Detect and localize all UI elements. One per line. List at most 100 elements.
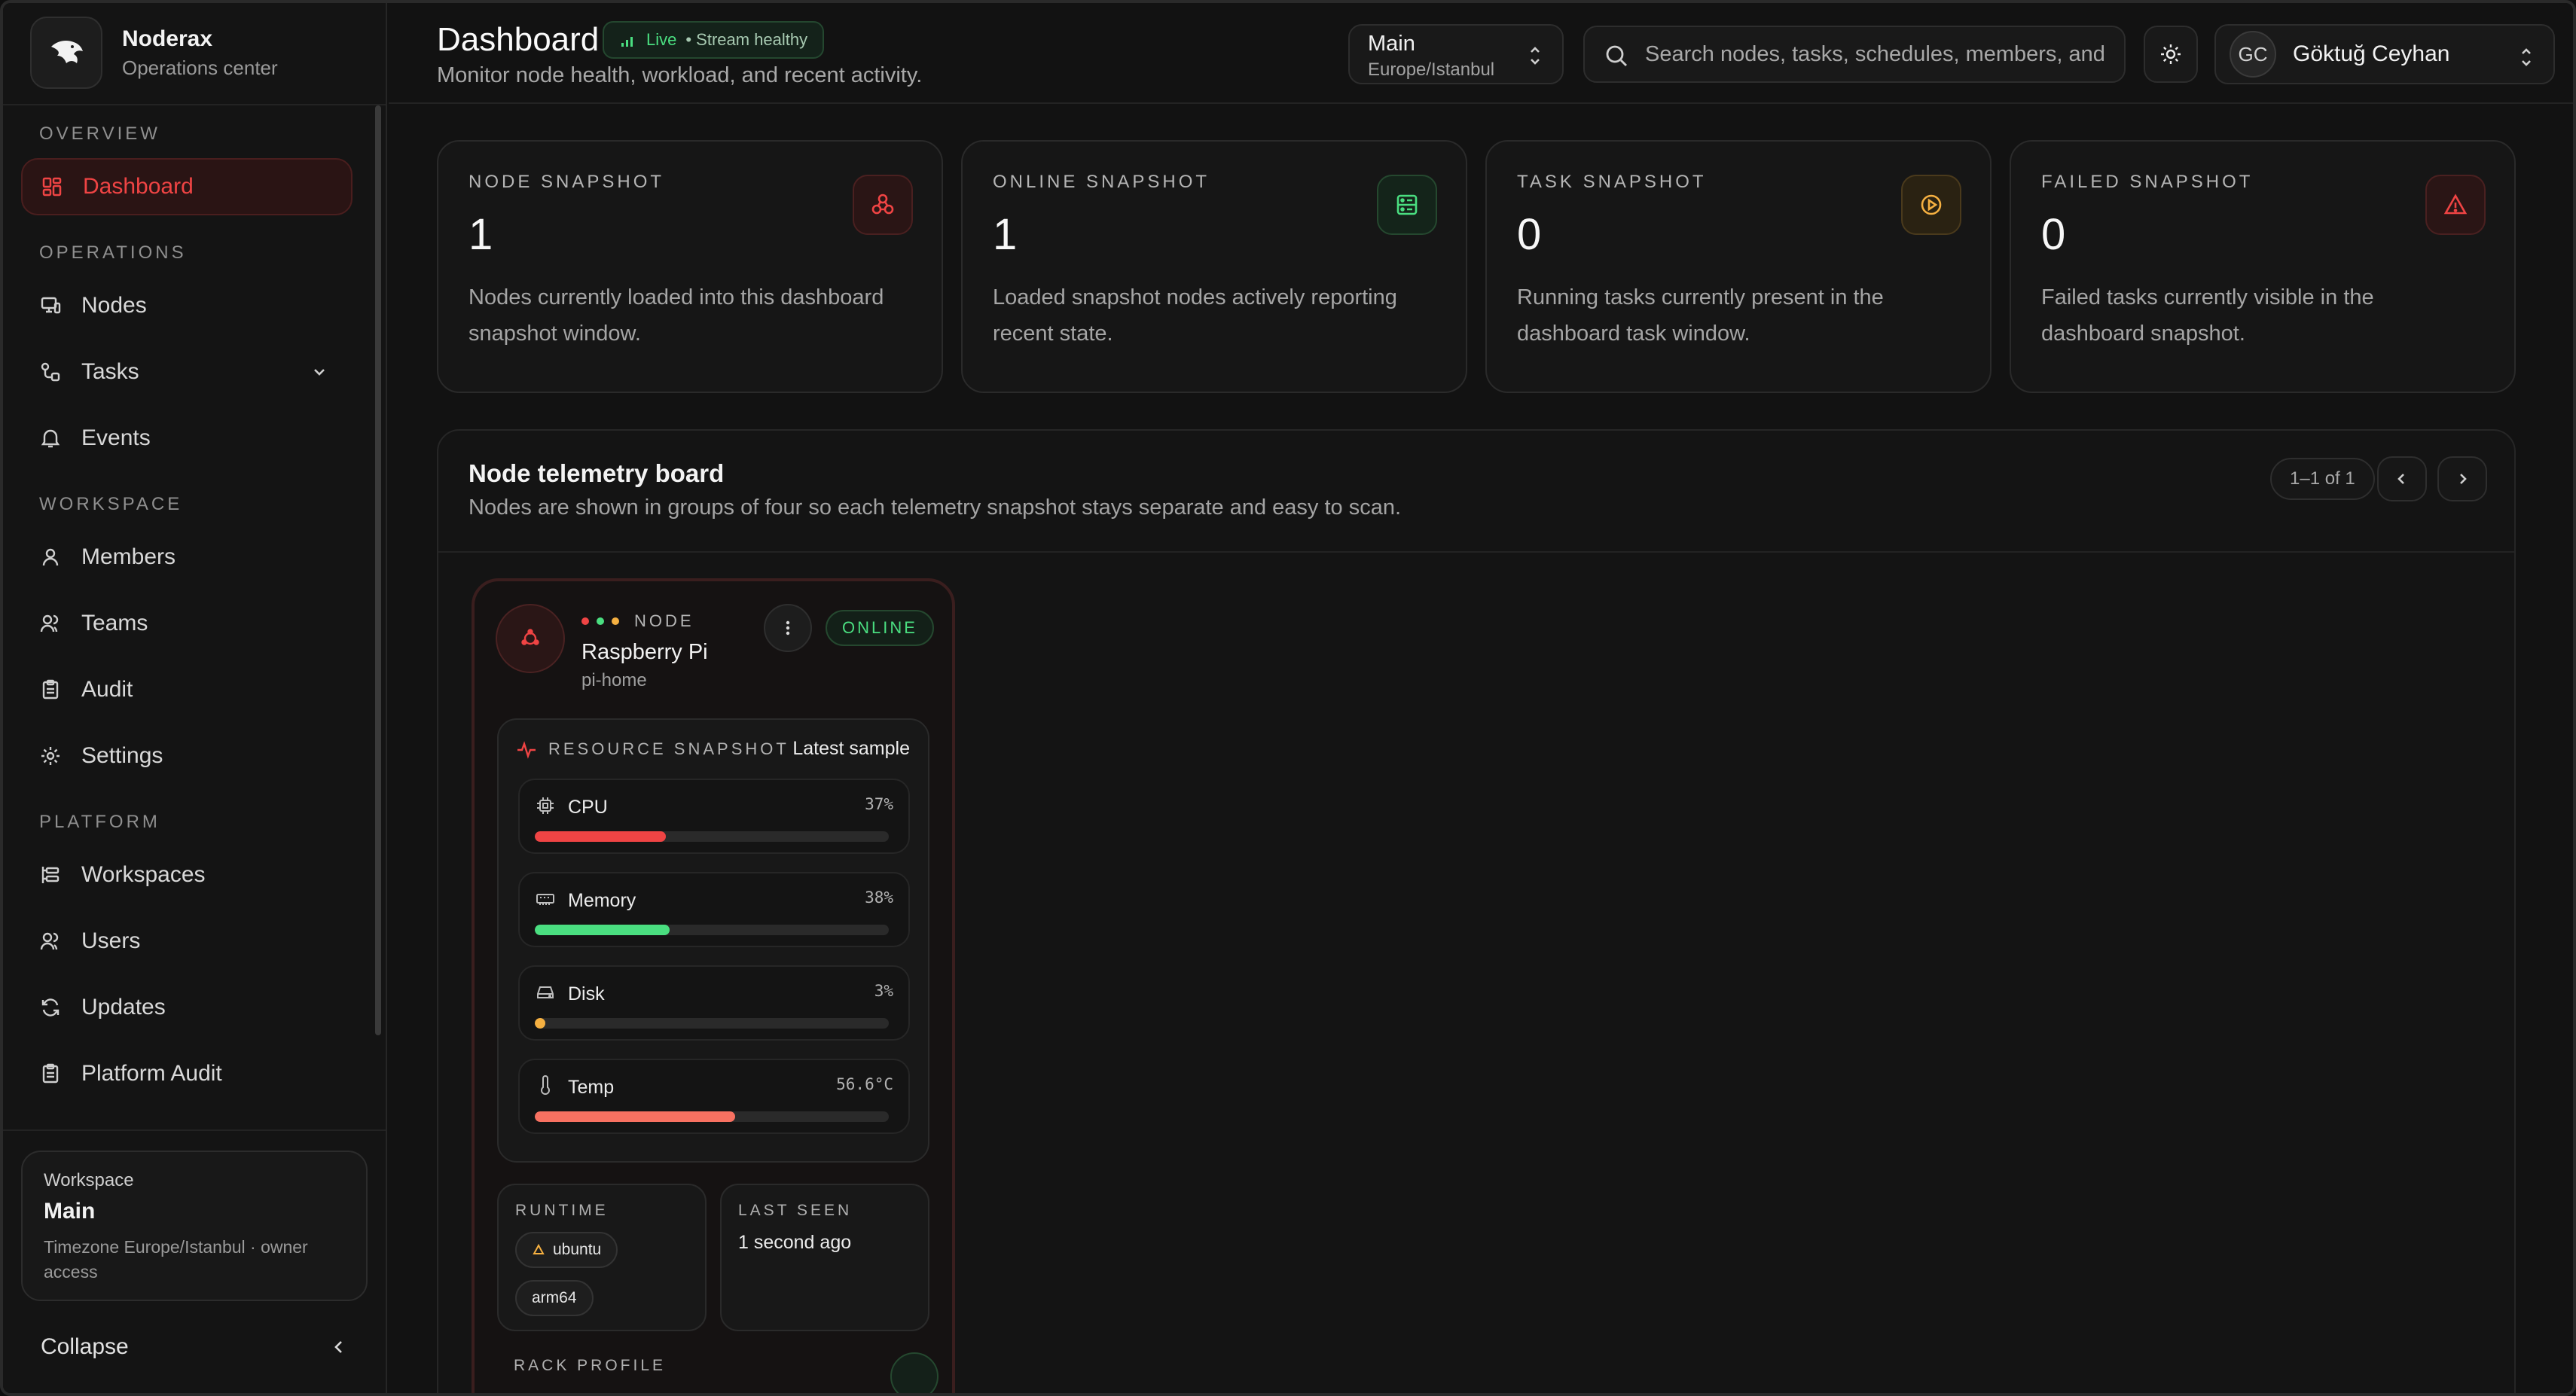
sidebar-divider — [3, 104, 386, 105]
telemetry-board: Node telemetry board Nodes are shown in … — [437, 429, 2516, 1393]
last-seen-box: LAST SEEN 1 second ago — [720, 1184, 929, 1331]
collapse-button[interactable]: Collapse — [41, 1334, 349, 1360]
workspace-select-timezone: Europe/Istanbul — [1368, 59, 1495, 80]
metric-fill — [535, 831, 666, 842]
signal-icon — [621, 37, 633, 47]
section-overview: OVERVIEW — [39, 123, 160, 144]
workspace-select[interactable]: Main Europe/Istanbul — [1348, 24, 1564, 84]
section-operations: OPERATIONS — [39, 242, 187, 263]
next-page-button[interactable] — [2437, 456, 2487, 501]
metric-name: Temp — [568, 1077, 615, 1098]
sidebar-item-label: Workspaces — [81, 862, 206, 887]
brand[interactable]: Noderax Operations center — [30, 17, 278, 89]
sidebar-item-label: Audit — [81, 677, 133, 702]
previous-page-button[interactable] — [2377, 456, 2427, 501]
metric-value: 3% — [874, 982, 893, 1000]
sidebar-item-platform-audit[interactable]: Platform Audit — [21, 1045, 353, 1102]
sidebar-item-audit[interactable]: Audit — [21, 661, 353, 718]
search-input[interactable] — [1645, 41, 2112, 67]
sidebar-item-nodes[interactable]: Nodes — [21, 277, 353, 334]
window-dots: NODE — [581, 611, 694, 631]
pagination-indicator: 1–1 of 1 — [2270, 458, 2375, 500]
stat-label: FAILED SNAPSHOT — [2041, 172, 2254, 192]
sidebar-item-events[interactable]: Events — [21, 410, 353, 467]
metric-cpu: CPU 37% — [518, 779, 910, 854]
sidebar-item-teams[interactable]: Teams — [21, 595, 353, 652]
dot-green — [597, 617, 604, 625]
eagle-logo-icon — [30, 17, 102, 89]
metric-track — [535, 831, 889, 842]
metric-disk: Disk 3% — [518, 965, 910, 1041]
sidebar-item-label: Members — [81, 544, 176, 569]
sidebar-item-dashboard[interactable]: Dashboard — [21, 158, 353, 215]
sidebar-item-members[interactable]: Members — [21, 529, 353, 586]
workspace-card[interactable]: Workspace Main Timezone Europe/Istanbul … — [21, 1151, 368, 1301]
play-circle-icon — [1901, 175, 1961, 235]
live-status-badge: Live • Stream healthy — [603, 21, 825, 59]
stat-card-nodes[interactable]: NODE SNAPSHOT 1 Nodes currently loaded i… — [437, 140, 943, 393]
app-name: Noderax — [122, 26, 213, 51]
metric-name: Disk — [568, 983, 605, 1004]
search-box[interactable] — [1583, 26, 2126, 83]
metric-name: CPU — [568, 797, 608, 818]
runtime-arch-chip: arm64 — [515, 1280, 594, 1316]
metric-value: 37% — [865, 795, 893, 813]
resource-title: RESOURCE SNAPSHOT — [548, 739, 789, 758]
stat-value: 1 — [993, 210, 1018, 259]
node-menu-button[interactable] — [764, 604, 812, 652]
stat-card-tasks[interactable]: TASK SNAPSHOT 0 Running tasks currently … — [1485, 140, 1992, 393]
activity-icon — [517, 741, 536, 759]
chevron-down-icon[interactable] — [309, 361, 330, 383]
sidebar-item-label: Dashboard — [83, 174, 194, 199]
sidebar-item-workspaces[interactable]: Workspaces — [21, 846, 353, 904]
metric-fill — [535, 1018, 546, 1029]
stat-value: 0 — [2041, 210, 2066, 259]
stat-label: NODE SNAPSHOT — [469, 172, 665, 192]
stat-value: 1 — [469, 210, 493, 259]
resource-snapshot: RESOURCE SNAPSHOT Latest sample CPU 37% … — [497, 718, 929, 1163]
sidebar-item-settings[interactable]: Settings — [21, 727, 353, 785]
section-platform: PLATFORM — [39, 812, 160, 832]
app-subtitle: Operations center — [122, 56, 278, 79]
board-divider — [438, 551, 2514, 553]
sidebar-item-tasks[interactable]: Tasks — [21, 343, 353, 401]
refresh-icon — [41, 998, 60, 1017]
stat-description: Nodes currently loaded into this dashboa… — [469, 285, 884, 346]
sidebar-divider — [3, 1129, 386, 1131]
node-tag: NODE — [634, 611, 694, 630]
nodes-icon — [41, 297, 61, 314]
disk-icon — [537, 986, 554, 998]
user-icon — [42, 548, 59, 566]
sidebar-item-label: Nodes — [81, 293, 147, 318]
user-menu-button[interactable]: GC Göktuğ Ceyhan — [2214, 24, 2555, 84]
stream-status: • Stream healthy — [685, 30, 808, 49]
sidebar-scrollbar[interactable] — [375, 105, 381, 1035]
metric-fill — [535, 1111, 736, 1122]
metric-track — [535, 1018, 889, 1029]
ubuntu-icon — [533, 1243, 545, 1254]
thermometer-icon — [541, 1075, 550, 1095]
sidebar: Noderax Operations center OVERVIEW Dashb… — [3, 3, 387, 1393]
cluster-icon — [853, 175, 913, 235]
stat-description: Running tasks currently present in the d… — [1517, 285, 1884, 346]
sidebar-item-label: Updates — [81, 995, 166, 1020]
metric-name: Memory — [568, 890, 636, 911]
node-hostname: pi-home — [581, 670, 647, 690]
clipboard-icon — [42, 1063, 59, 1084]
metric-memory: Memory 38% — [518, 872, 910, 947]
sidebar-item-label: Teams — [81, 611, 148, 636]
team-icon — [40, 614, 59, 632]
sidebar-item-users[interactable]: Users — [21, 913, 353, 970]
dot-amber — [612, 617, 619, 625]
metric-value: 38% — [865, 889, 893, 907]
node-card[interactable]: NODE Raspberry Pi pi-home ONLINE RESOURC… — [472, 578, 955, 1393]
stat-card-failed[interactable]: FAILED SNAPSHOT 0 Failed tasks currently… — [2010, 140, 2516, 393]
dot-red — [581, 617, 589, 625]
server-icon — [1377, 175, 1437, 235]
page-title: Dashboard — [437, 21, 600, 58]
stat-card-online[interactable]: ONLINE SNAPSHOT 1 Loaded snapshot nodes … — [961, 140, 1467, 393]
workspace-select-name: Main — [1368, 32, 1415, 56]
sidebar-item-updates[interactable]: Updates — [21, 979, 353, 1036]
theme-toggle-button[interactable] — [2144, 26, 2198, 83]
rack-profile-label: RACK PROFILE — [514, 1357, 667, 1374]
